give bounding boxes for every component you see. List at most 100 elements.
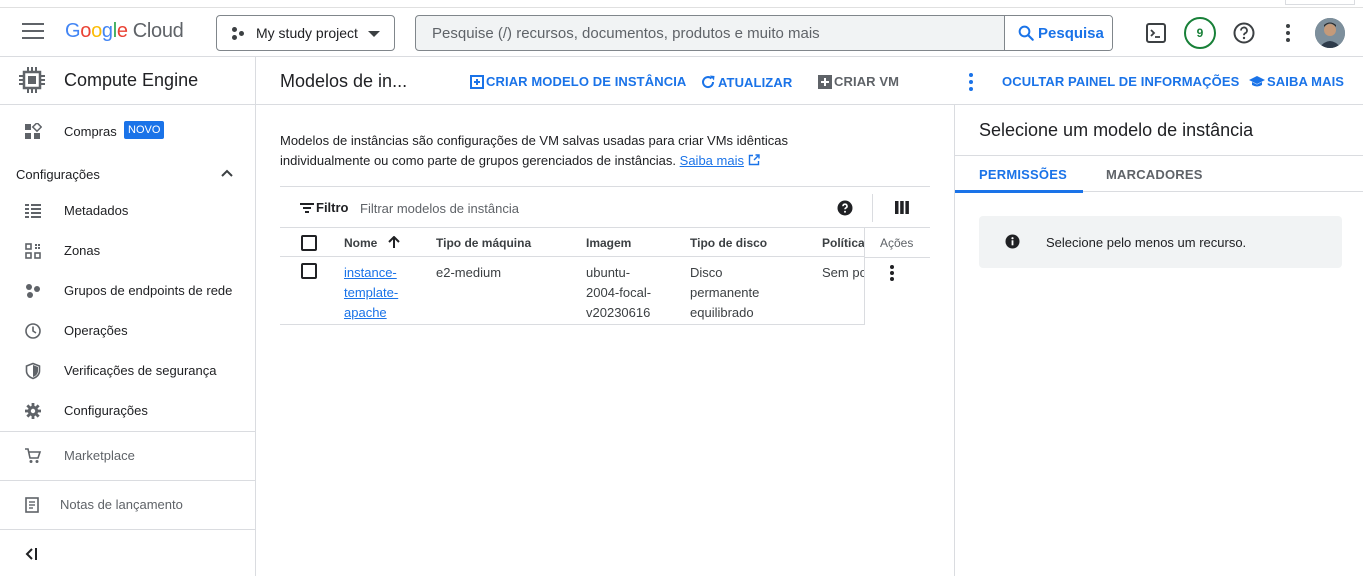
new-badge: NOVO bbox=[124, 121, 165, 139]
search-icon bbox=[1018, 25, 1034, 41]
sidebar-item-label: Operações bbox=[64, 323, 128, 338]
filter-label: Filtro bbox=[316, 200, 349, 215]
arrow-up-icon bbox=[387, 235, 400, 248]
column-display-icon[interactable] bbox=[895, 201, 909, 214]
column-header-disk-type[interactable]: Tipo de disco bbox=[690, 236, 767, 250]
filter-input[interactable] bbox=[360, 197, 760, 219]
create-vm-button[interactable]: CRIAR VM bbox=[818, 74, 899, 89]
actions-column: Ações bbox=[864, 228, 930, 325]
terminal-icon[interactable] bbox=[1143, 20, 1169, 46]
section-configuracoes-title[interactable]: Configurações bbox=[16, 167, 100, 182]
sidebar-item-marketplace[interactable]: Marketplace bbox=[0, 436, 255, 476]
avatar[interactable] bbox=[1315, 18, 1345, 48]
info-icon bbox=[1005, 234, 1020, 249]
hide-info-panel-button[interactable]: OCULTAR PAINEL DE INFORMAÇÕES bbox=[1002, 74, 1239, 89]
sidebar-header: Compute Engine bbox=[0, 57, 255, 105]
info-message-text: Selecione pelo menos um recurso. bbox=[1046, 235, 1247, 250]
sidebar-item-metadados[interactable]: Metadados bbox=[0, 191, 255, 231]
row-checkbox[interactable] bbox=[301, 263, 317, 279]
sidebar-item-compras[interactable]: Compras NOVO bbox=[0, 112, 255, 152]
notifications-badge[interactable]: 9 bbox=[1184, 17, 1216, 49]
info-panel: Selecione um modelo de instância PERMISS… bbox=[954, 105, 1363, 576]
sidebar-item-label: Zonas bbox=[64, 243, 101, 258]
sidebar-item-configuracoes[interactable]: Configurações bbox=[0, 391, 255, 431]
sidebar-divider bbox=[0, 529, 255, 530]
school-icon bbox=[1249, 76, 1265, 87]
sidebar-item-label: Notas de lançamento bbox=[60, 497, 183, 512]
policy-cell: Sem po bbox=[822, 265, 864, 280]
table-row: instance-template-apache e2-medium ubunt… bbox=[280, 257, 930, 325]
add-box-icon bbox=[470, 75, 484, 89]
column-header-image[interactable]: Imagem bbox=[586, 236, 631, 250]
search-button-label: Pesquisa bbox=[1038, 25, 1104, 42]
learn-more-button[interactable]: SAIBA MAIS bbox=[1249, 74, 1344, 89]
sidebar-item-grupos-endpoints[interactable]: Grupos de endpoints de rede bbox=[0, 271, 255, 311]
column-header-actions: Ações bbox=[880, 236, 914, 250]
sidebar: Compute Engine Compras NOVO Configuraçõe… bbox=[0, 57, 256, 576]
project-icon bbox=[231, 27, 245, 41]
help-icon[interactable] bbox=[1231, 20, 1257, 46]
search-input[interactable] bbox=[416, 16, 1006, 50]
top-tab-edge bbox=[1285, 0, 1355, 5]
help-icon[interactable] bbox=[837, 200, 853, 216]
purchases-icon bbox=[25, 123, 42, 139]
chip-icon bbox=[19, 67, 45, 93]
filter-icon bbox=[300, 203, 314, 213]
menu-icon[interactable] bbox=[22, 23, 44, 41]
tab-marcadores[interactable]: MARCADORES bbox=[1106, 167, 1203, 182]
page-description: Modelos de instâncias são configurações … bbox=[280, 131, 820, 171]
open-new-icon bbox=[748, 154, 760, 166]
gear-icon bbox=[25, 403, 41, 419]
sidebar-item-verificacoes[interactable]: Verificações de segurança bbox=[0, 351, 255, 391]
filter-button[interactable]: Filtro bbox=[300, 200, 349, 215]
learn-more-link[interactable]: Saiba mais bbox=[680, 153, 744, 168]
project-name: My study project bbox=[256, 25, 358, 41]
sidebar-item-label: Marketplace bbox=[64, 448, 135, 463]
tab-permissoes[interactable]: PERMISSÕES bbox=[979, 167, 1067, 182]
column-header-policy[interactable]: Política bbox=[822, 236, 865, 250]
clock-icon bbox=[25, 323, 41, 339]
grid-icon bbox=[25, 243, 41, 259]
sidebar-item-label: Grupos de endpoints de rede bbox=[64, 283, 233, 298]
info-panel-tabs: PERMISSÕES MARCADORES bbox=[955, 155, 1363, 193]
more-vert-icon[interactable] bbox=[969, 73, 973, 94]
list-icon bbox=[25, 204, 41, 218]
info-message-box: Selecione pelo menos um recurso. bbox=[979, 216, 1342, 268]
active-tab-indicator bbox=[955, 190, 1083, 193]
create-vm-label: CRIAR VM bbox=[834, 74, 900, 89]
search-button[interactable]: Pesquisa bbox=[1004, 16, 1112, 50]
machine-type-cell: e2-medium bbox=[436, 265, 502, 280]
page-toolbar: Modelos de in... CRIAR MODELO DE INSTÂNC… bbox=[256, 57, 1363, 105]
sidebar-item-zonas[interactable]: Zonas bbox=[0, 231, 255, 271]
create-template-label: CRIAR MODELO DE INSTÂNCIA bbox=[486, 74, 687, 89]
project-selector[interactable]: My study project bbox=[216, 15, 395, 51]
search-bar: Pesquisa bbox=[415, 15, 1113, 51]
top-header: GoogleCloud My study project Pesquisa 9 bbox=[0, 8, 1363, 57]
more-vert-icon[interactable] bbox=[1275, 20, 1301, 46]
column-header-name[interactable]: Nome bbox=[344, 235, 400, 250]
sidebar-item-label: Configurações bbox=[64, 403, 148, 418]
add-box-icon bbox=[818, 75, 832, 89]
cart-icon bbox=[25, 448, 42, 463]
sidebar-item-operacoes[interactable]: Operações bbox=[0, 311, 255, 351]
sidebar-item-label: Metadados bbox=[64, 203, 129, 218]
template-name-link[interactable]: instance-template-apache bbox=[344, 263, 398, 323]
create-template-button[interactable]: CRIAR MODELO DE INSTÂNCIA bbox=[470, 74, 686, 89]
shield-icon bbox=[25, 362, 41, 380]
column-header-machine-type[interactable]: Tipo de máquina bbox=[436, 236, 531, 250]
filter-bar: Filtro bbox=[280, 186, 930, 228]
learn-more-label: SAIBA MAIS bbox=[1267, 74, 1345, 89]
select-all-checkbox[interactable] bbox=[301, 235, 317, 251]
chevron-up-icon[interactable] bbox=[220, 168, 234, 178]
collapse-icon[interactable] bbox=[24, 547, 40, 561]
image-cell: ubuntu- 2004-focal-v20230616 bbox=[586, 265, 652, 320]
row-actions-menu-icon[interactable] bbox=[890, 265, 894, 283]
refresh-button[interactable]: ATUALIZAR bbox=[700, 74, 792, 90]
chevron-down-icon bbox=[368, 31, 380, 37]
refresh-label: ATUALIZAR bbox=[718, 75, 793, 90]
sidebar-item-label: Verificações de segurança bbox=[64, 363, 217, 378]
notes-icon bbox=[25, 497, 39, 513]
sidebar-item-release-notes[interactable]: Notas de lançamento bbox=[0, 485, 255, 525]
disk-type-cell: Disco permanente equilibrado bbox=[690, 265, 760, 320]
google-cloud-logo[interactable]: Google Cloud bbox=[65, 20, 184, 43]
